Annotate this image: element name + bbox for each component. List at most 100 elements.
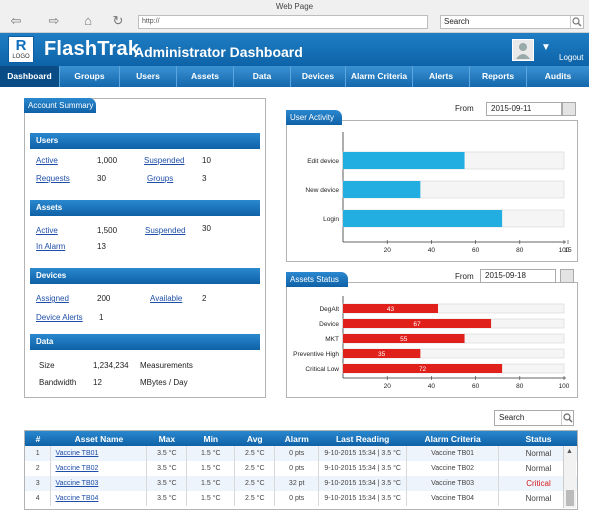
back-arrow-icon[interactable]: ⇦ bbox=[8, 13, 24, 29]
assets-section-header: Assets bbox=[30, 200, 260, 216]
assets-status-date-input[interactable]: 2015-09-18 bbox=[480, 269, 556, 283]
category-label: DegAlt bbox=[319, 306, 339, 313]
assets-status-from-label: From bbox=[455, 272, 474, 281]
data-section-header: Data bbox=[30, 334, 260, 350]
chevron-down-icon[interactable]: ▼ bbox=[541, 42, 551, 53]
nav-alerts[interactable]: Alerts bbox=[413, 66, 470, 87]
category-label: Login bbox=[323, 216, 339, 223]
cell-avg: 2.5 °C bbox=[234, 491, 276, 506]
logout-link[interactable]: Logout bbox=[559, 53, 583, 62]
assets-inalarm-link[interactable]: In Alarm bbox=[36, 242, 65, 251]
nav-devices[interactable]: Devices bbox=[291, 66, 346, 87]
cell-max: 3.5 °C bbox=[146, 461, 188, 476]
col-number[interactable]: # bbox=[25, 431, 51, 446]
col-asset-name[interactable]: Asset Name bbox=[50, 431, 147, 446]
cell-asset-name[interactable]: Vaccine TB03 bbox=[50, 476, 148, 491]
col-status[interactable]: Status bbox=[498, 431, 577, 446]
table-scrollbar[interactable]: ▲ bbox=[563, 446, 576, 508]
scroll-thumb[interactable] bbox=[566, 490, 574, 506]
bar bbox=[343, 181, 421, 198]
users-requests-link[interactable]: Requests bbox=[36, 174, 70, 183]
users-active-link[interactable]: Active bbox=[36, 156, 58, 165]
data-size-value: 1,234,234 bbox=[93, 361, 129, 370]
tick-label: 20 bbox=[384, 247, 392, 254]
users-groups-link[interactable]: Groups bbox=[147, 174, 173, 183]
users-suspended-link[interactable]: Suspended bbox=[144, 156, 184, 165]
users-active-value: 1,000 bbox=[97, 156, 118, 165]
url-bar[interactable]: http:// bbox=[138, 15, 428, 29]
browser-search-input[interactable]: Search bbox=[440, 15, 584, 29]
cell-asset-name[interactable]: Vaccine TB02 bbox=[50, 461, 148, 476]
calendar-icon[interactable] bbox=[562, 102, 576, 116]
table-row[interactable]: 1 Vaccine TB01 3.5 °C 1.5 °C 2.5 °C 0 pts 9-10… bbox=[25, 446, 577, 461]
cell-alarm-criteria: Vaccine TB02 bbox=[406, 461, 500, 476]
tick-label: 60 bbox=[472, 383, 480, 390]
cell-min: 1.5 °C bbox=[186, 476, 236, 491]
avatar[interactable] bbox=[512, 39, 534, 61]
nav-users[interactable]: Users bbox=[120, 66, 177, 87]
search-icon[interactable] bbox=[561, 411, 573, 425]
devices-available-link[interactable]: Available bbox=[150, 294, 182, 303]
cell-max: 3.5 °C bbox=[146, 446, 188, 461]
asset-table-container: # Asset Name Max Min Avg Alarm Last Read… bbox=[24, 430, 578, 510]
category-label: Preventive High bbox=[293, 351, 339, 358]
user-activity-from-label: From bbox=[455, 104, 474, 113]
category-label: Edit device bbox=[307, 158, 339, 165]
nav-reports[interactable]: Reports bbox=[470, 66, 527, 87]
logo-letter: R bbox=[15, 37, 27, 54]
cell-avg: 2.5 °C bbox=[234, 461, 276, 476]
assets-inalarm-value: 13 bbox=[97, 242, 106, 251]
assets-active-link[interactable]: Active bbox=[36, 226, 58, 235]
data-size-unit: Measurements bbox=[140, 361, 193, 370]
col-alarm-criteria[interactable]: Alarm Criteria bbox=[406, 431, 499, 446]
nav-dashboard[interactable]: Dashboard bbox=[0, 66, 60, 87]
home-icon[interactable]: ⌂ bbox=[80, 13, 96, 29]
users-suspended-value: 10 bbox=[202, 156, 211, 165]
cell-number: 2 bbox=[25, 461, 52, 476]
nav-alarm-criteria[interactable]: Alarm Criteria bbox=[346, 66, 413, 87]
nav-audits[interactable]: Audits bbox=[527, 66, 589, 87]
assets-active-value: 1,500 bbox=[97, 226, 118, 235]
table-row[interactable]: 4 Vaccine TB04 3.5 °C 1.5 °C 2.5 °C 0 pts 9-10… bbox=[25, 491, 577, 506]
table-row[interactable]: 2 Vaccine TB02 3.5 °C 1.5 °C 2.5 °C 0 pts 9-10… bbox=[25, 461, 577, 476]
tick-label: 40 bbox=[428, 247, 436, 254]
col-max[interactable]: Max bbox=[146, 431, 187, 446]
nav-data[interactable]: Data bbox=[234, 66, 291, 87]
data-bandwidth-value: 12 bbox=[93, 378, 102, 387]
device-alerts-link[interactable]: Device Alerts bbox=[36, 313, 83, 322]
nav-assets[interactable]: Assets bbox=[177, 66, 234, 87]
cell-asset-name[interactable]: Vaccine TB01 bbox=[50, 446, 148, 461]
cell-number: 3 bbox=[25, 476, 52, 491]
user-activity-chart: Edit deviceNew deviceLogin20 40 60 80 10015 bbox=[305, 132, 572, 254]
data-bandwidth-unit: MBytes / Day bbox=[140, 378, 188, 387]
refresh-icon[interactable]: ↻ bbox=[110, 13, 126, 29]
cell-asset-name[interactable]: Vaccine TB04 bbox=[50, 491, 148, 506]
tick-label: 80 bbox=[516, 383, 524, 390]
devices-assigned-link[interactable]: Assigned bbox=[36, 294, 69, 303]
device-alerts-value: 1 bbox=[99, 313, 104, 322]
calendar-icon[interactable] bbox=[560, 269, 574, 283]
assets-suspended-link[interactable]: Suspended bbox=[145, 226, 185, 235]
col-min[interactable]: Min bbox=[186, 431, 235, 446]
forward-arrow-icon[interactable]: ⇨ bbox=[46, 13, 62, 29]
col-last-reading[interactable]: Last Reading bbox=[318, 431, 407, 446]
col-alarm[interactable]: Alarm bbox=[274, 431, 319, 446]
category-label: New device bbox=[305, 187, 339, 194]
nav-groups[interactable]: Groups bbox=[60, 66, 120, 87]
cell-last-reading: 9-10-2015 15:34 | 3.5 °C bbox=[318, 446, 408, 461]
devices-assigned-value: 200 bbox=[97, 294, 111, 303]
search-icon[interactable] bbox=[570, 16, 583, 28]
cell-alarm: 0 pts bbox=[274, 461, 320, 476]
cell-number: 1 bbox=[25, 446, 52, 461]
data-size-label: Size bbox=[39, 361, 55, 370]
cell-min: 1.5 °C bbox=[186, 491, 236, 506]
table-header-row: # Asset Name Max Min Avg Alarm Last Read… bbox=[25, 431, 577, 446]
col-avg[interactable]: Avg bbox=[234, 431, 275, 446]
scroll-up-icon[interactable]: ▲ bbox=[566, 448, 573, 455]
user-activity-date-input[interactable]: 2015-09-11 bbox=[486, 102, 562, 116]
window-title: Web Page bbox=[275, 2, 314, 11]
logo-text: LOGO bbox=[12, 54, 30, 60]
cell-avg: 2.5 °C bbox=[234, 476, 276, 491]
table-row[interactable]: 3 Vaccine TB03 3.5 °C 1.5 °C 2.5 °C 32 pt 9-10… bbox=[25, 476, 577, 491]
users-requests-value: 30 bbox=[97, 174, 106, 183]
